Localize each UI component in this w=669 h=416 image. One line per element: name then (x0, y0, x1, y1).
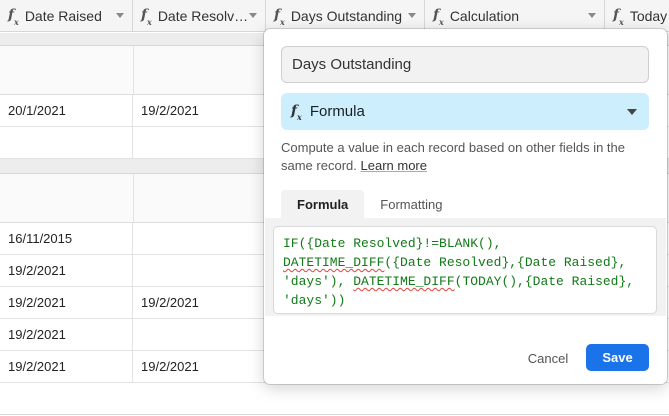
formula-editor[interactable]: IF({Date Resolved}!=BLANK(), DATETIME_DI… (273, 226, 657, 314)
chevron-down-icon (627, 109, 637, 115)
column-header-label: Today (629, 8, 668, 24)
column-header-label: Days Outstanding (290, 8, 403, 24)
cell-date-resolved[interactable]: 19/2/2021 (133, 351, 266, 382)
cell-date-raised[interactable]: 19/2/2021 (0, 351, 133, 382)
cell-empty[interactable] (0, 127, 133, 158)
tab-formula[interactable]: Formula (281, 190, 365, 218)
cell-date-raised[interactable]: 16/11/2015 (0, 223, 133, 254)
config-tabs: Formula Formatting (281, 190, 458, 218)
cell-date-raised[interactable]: 20/1/2021 (0, 95, 133, 126)
cell-date-raised[interactable]: 19/2/2021 (0, 319, 133, 350)
description-text: Compute a value in each record based on … (281, 140, 625, 173)
field-type-label: Formula (309, 103, 365, 120)
formula-line: IF({Date Resolved}!=BLANK(), (283, 236, 502, 251)
cell-date-resolved[interactable] (133, 255, 266, 286)
formula-fx-icon: fx (613, 7, 624, 27)
formula-line: ({Date Resolved},{Date Raised}, (384, 255, 627, 270)
cell-date-resolved[interactable]: 19/2/2021 (133, 95, 266, 126)
cell-date-resolved[interactable]: 19/2/2021 (133, 287, 266, 318)
column-header-days-outstanding[interactable]: fx Days Outstanding (266, 0, 425, 32)
formula-fx-icon: fx (8, 7, 19, 27)
cell-date-raised[interactable]: 19/2/2021 (0, 287, 133, 318)
column-header-today[interactable]: fx Today (605, 0, 669, 32)
field-type-description: Compute a value in each record based on … (281, 139, 653, 175)
formula-line: 'days'), (283, 274, 354, 289)
field-config-popup: fx Formula Compute a value in each recor… (264, 29, 667, 384)
cancel-button[interactable]: Cancel (518, 345, 578, 371)
column-header-date-resolved[interactable]: fx Date Resolv… (133, 0, 266, 32)
column-header-calculation[interactable]: fx Calculation (425, 0, 605, 32)
field-type-select[interactable]: fx Formula (281, 93, 649, 130)
cell-date-raised[interactable]: 19/2/2021 (0, 255, 133, 286)
formula-function: DATETIME_DIFF (283, 255, 385, 270)
formula-function: DATETIME_DIFF (353, 274, 455, 289)
formula-fx-icon: fx (141, 7, 152, 27)
grid-header: fx Date Raised fx Date Resolv… fx Days O… (0, 0, 669, 32)
column-header-label: Date Resolv… (157, 8, 249, 24)
cell-empty[interactable] (133, 127, 266, 158)
field-name-input[interactable] (281, 46, 649, 83)
formula-line: 'days')) (283, 293, 346, 308)
formula-fx-icon: fx (433, 7, 444, 27)
cell-date-resolved[interactable] (133, 319, 266, 350)
save-button[interactable]: Save (586, 344, 649, 371)
column-header-date-raised[interactable]: fx Date Raised (0, 0, 133, 32)
learn-more-link[interactable]: Learn more (361, 158, 427, 173)
formula-fx-icon: fx (274, 7, 285, 27)
chevron-down-icon[interactable] (249, 13, 257, 18)
formula-fx-icon: fx (291, 102, 302, 123)
column-header-label: Calculation (449, 8, 520, 24)
tab-formatting[interactable]: Formatting (364, 190, 458, 218)
cell-date-resolved[interactable] (133, 223, 266, 254)
chevron-down-icon[interactable] (408, 13, 416, 18)
grid-footer-line (0, 414, 669, 415)
chevron-down-icon[interactable] (588, 13, 596, 18)
column-header-label: Date Raised (24, 8, 102, 24)
formula-line: (TODAY(),{Date Raised}, (454, 274, 635, 289)
chevron-down-icon[interactable] (116, 13, 124, 18)
